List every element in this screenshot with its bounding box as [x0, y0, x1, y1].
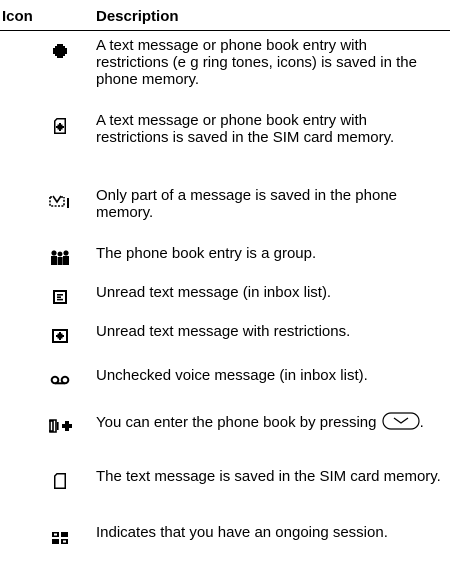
- icon-column-header: Icon: [2, 8, 33, 25]
- sim-card-icon: [40, 470, 80, 492]
- ongoing-session-icon: [40, 527, 80, 549]
- voicemail-icon: [40, 369, 80, 391]
- row-description: Unchecked voice message (in inbox list).: [96, 367, 368, 384]
- row-description: The text message is saved in the SIM car…: [96, 468, 441, 485]
- phonebook-shortcut-icon: [40, 415, 80, 437]
- row-description-text: You can enter the phone book by pressing: [96, 413, 377, 431]
- row-description: The phone book entry is a group.: [96, 245, 317, 262]
- navigation-key-icon: [382, 412, 420, 434]
- table-header: Icon Description: [0, 0, 450, 30]
- row-description: You can enter the phone book by pressing…: [96, 412, 442, 434]
- partial-message-icon: [40, 190, 80, 212]
- unread-message-icon: [40, 286, 80, 308]
- unread-restricted-message-icon: [40, 325, 80, 347]
- row-description: A text message or phone book entry with …: [96, 37, 417, 88]
- header-divider: [0, 30, 450, 31]
- row-description: Indicates that you have an ongoing sessi…: [96, 524, 388, 541]
- restricted-sim-card-icon: [40, 115, 80, 137]
- description-column-header: Description: [96, 8, 179, 25]
- group-icon: [40, 246, 80, 268]
- row-description: A text message or phone book entry with …: [96, 112, 395, 146]
- row-description: Unread text message (in inbox list).: [96, 284, 332, 301]
- row-description: Unread text message with restrictions.: [96, 323, 351, 340]
- row-description: Only part of a message is saved in the p…: [96, 187, 398, 221]
- restricted-phone-memory-icon: [40, 40, 80, 62]
